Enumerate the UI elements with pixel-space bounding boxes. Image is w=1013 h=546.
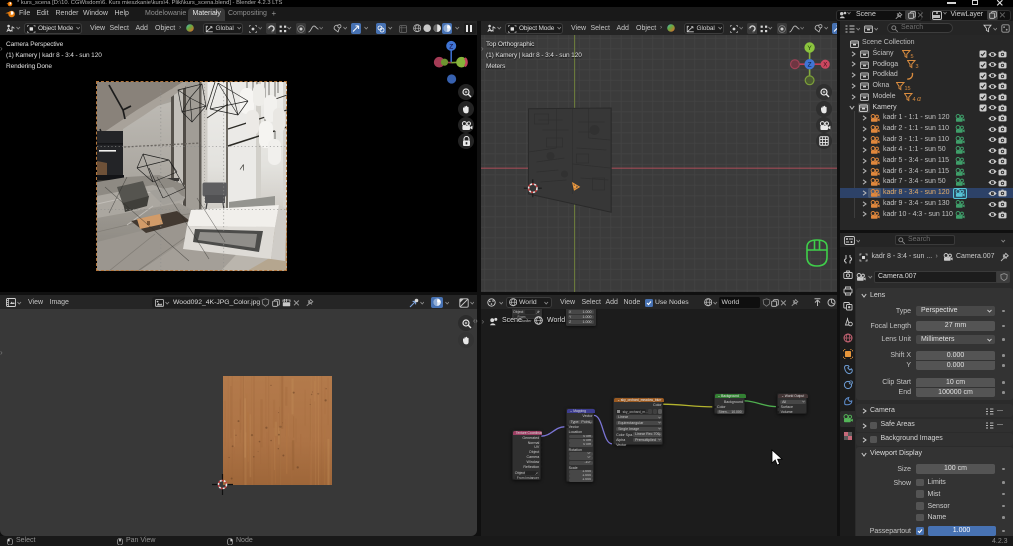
svg-text:Z: Z bbox=[808, 62, 812, 69]
svg-text:3: 3 bbox=[916, 64, 919, 69]
svg-text:Z: Z bbox=[449, 43, 453, 50]
svg-text:4: 4 bbox=[913, 97, 916, 102]
svg-text:X: X bbox=[823, 63, 827, 69]
svg-text:5: 5 bbox=[911, 54, 914, 59]
svg-text:a: a bbox=[917, 94, 921, 102]
svg-text:15: 15 bbox=[905, 86, 911, 91]
svg-text:Y: Y bbox=[807, 45, 812, 52]
